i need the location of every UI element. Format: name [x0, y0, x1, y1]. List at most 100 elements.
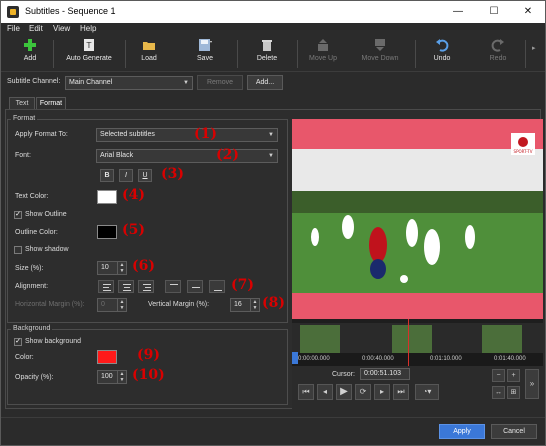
spinner-down-icon[interactable]: ▼ — [117, 305, 126, 311]
tree-line — [292, 191, 543, 213]
valign-middle-button[interactable] — [187, 280, 203, 293]
playhead[interactable] — [408, 319, 409, 366]
background-color-label: Color: — [15, 354, 34, 361]
annotation-5: (5) — [122, 222, 145, 238]
vertical-margin-label: Vertical Margin (%): — [148, 301, 210, 308]
opacity-spinner[interactable]: 100 ▲ ▼ — [97, 370, 127, 384]
italic-button[interactable]: I — [119, 169, 133, 182]
move-down-icon — [375, 39, 385, 51]
show-outline-label: Show Outline — [25, 211, 67, 218]
tab-format[interactable]: Format — [36, 97, 66, 109]
annotation-8: (8) — [262, 295, 285, 311]
app-icon — [7, 6, 19, 18]
zoom-out-icon[interactable]: − — [492, 369, 505, 382]
channel-value: Main Channel — [69, 79, 113, 86]
annotation-1: (1) — [194, 126, 217, 142]
save-icon — [199, 39, 212, 51]
save-label: Save — [197, 55, 213, 62]
align-right-button[interactable] — [138, 280, 154, 293]
playback-speed-button[interactable]: ◔▾ — [415, 384, 439, 400]
zoom-in-icon[interactable]: + — [507, 369, 520, 382]
expand-panel-icon[interactable]: » — [525, 369, 539, 399]
menu-edit[interactable]: Edit — [29, 24, 43, 33]
dialog-footer: Apply Cancel — [1, 417, 545, 445]
plus-icon — [24, 39, 36, 51]
annotation-9: (9) — [137, 347, 160, 363]
move-down-button[interactable]: Move Down — [355, 38, 405, 70]
cursor-time-field[interactable]: 0:00:51.103 — [360, 368, 410, 380]
spinner-down-icon[interactable]: ▼ — [250, 305, 259, 311]
outline-color-swatch[interactable] — [97, 225, 117, 239]
save-button[interactable]: Save — [189, 38, 221, 70]
show-background-checkbox[interactable]: ✓ — [14, 338, 22, 346]
add-button[interactable]: Add — [15, 38, 45, 70]
opacity-label: Opacity (%): — [15, 374, 54, 381]
subtitle-background-bottom — [292, 293, 543, 319]
opacity-value: 100 — [101, 373, 113, 380]
svg-text:T: T — [86, 41, 92, 50]
size-spinner[interactable]: 10 ▲ ▼ — [97, 261, 127, 275]
outline-color-label: Outline Color: — [15, 229, 58, 236]
underline-button[interactable]: U — [138, 169, 152, 182]
move-up-button[interactable]: Move Up — [303, 38, 343, 70]
timeline-tick: 0:01:10.000 — [430, 356, 462, 362]
maximize-button[interactable]: ☐ — [477, 1, 511, 23]
show-shadow-checkbox[interactable] — [14, 246, 22, 254]
overflow-icon[interactable]: ▸ — [532, 44, 540, 52]
play-button[interactable]: ▶ — [336, 384, 352, 400]
next-frame-button[interactable]: ▸ — [374, 384, 390, 400]
move-down-label: Move Down — [361, 55, 399, 62]
add-channel-button[interactable]: Add... — [247, 75, 283, 90]
vertical-margin-spinner[interactable]: 16 ▲ ▼ — [230, 298, 260, 312]
annotation-7: (7) — [231, 277, 254, 293]
subtitle-background-top — [292, 119, 543, 149]
valign-bottom-button[interactable] — [209, 280, 225, 293]
timeline[interactable]: 0:00:00.000 0:00:40.000 0:01:10.000 0:01… — [292, 319, 543, 366]
loop-button[interactable]: ⟳ — [355, 384, 371, 400]
add-label: Add — [23, 55, 37, 62]
redo-button[interactable]: Redo — [483, 38, 513, 70]
font-value: Arial Black — [100, 152, 134, 159]
fit-timeline-icon[interactable]: ↔ — [492, 386, 505, 399]
font-select[interactable]: Arial Black ▼ — [96, 149, 278, 163]
auto-generate-button[interactable]: T Auto Generate — [61, 38, 117, 70]
chevron-down-icon: ▼ — [183, 80, 189, 86]
snap-icon[interactable]: ⊞ — [507, 386, 520, 399]
minimize-button[interactable]: — — [441, 1, 475, 23]
bold-button[interactable]: B — [100, 169, 114, 182]
video-preview[interactable]: SPORT-TV — [292, 119, 543, 319]
channel-select[interactable]: Main Channel ▼ — [65, 76, 193, 90]
show-shadow-label: Show shadow — [25, 246, 69, 253]
text-color-swatch[interactable] — [97, 190, 117, 204]
delete-button[interactable]: Delete — [251, 38, 283, 70]
cancel-button[interactable]: Cancel — [491, 424, 537, 439]
go-to-end-button[interactable]: ⏭ — [393, 384, 409, 400]
tab-text[interactable]: Text — [9, 97, 35, 109]
channel-label: Subtitle Channel: — [7, 78, 61, 85]
menu-file[interactable]: File — [7, 24, 20, 33]
apply-format-select[interactable]: Selected subtitles ▼ — [96, 128, 278, 142]
load-button[interactable]: Load — [134, 38, 164, 70]
show-outline-checkbox[interactable]: ✓ — [14, 211, 22, 219]
close-button[interactable]: ✕ — [511, 1, 545, 23]
format-group-title: Format — [11, 115, 38, 122]
spinner-down-icon[interactable]: ▼ — [117, 377, 126, 383]
horizontal-margin-spinner[interactable]: 0 ▲ ▼ — [97, 298, 127, 312]
align-center-button[interactable] — [118, 280, 134, 293]
menu-view[interactable]: View — [53, 24, 70, 33]
menu-bar: File Edit View Help — [1, 23, 545, 36]
menu-help[interactable]: Help — [80, 24, 96, 33]
undo-button[interactable]: Undo — [427, 38, 457, 70]
remove-channel-button[interactable]: Remove — [197, 75, 243, 90]
align-left-button[interactable] — [98, 280, 114, 293]
valign-top-button[interactable] — [165, 280, 181, 293]
font-label: Font: — [15, 152, 31, 159]
go-to-start-button[interactable]: ⏮ — [298, 384, 314, 400]
toolbar-separator — [415, 40, 416, 68]
show-background-label: Show background — [25, 338, 82, 345]
background-color-swatch[interactable] — [97, 350, 117, 364]
spinner-down-icon[interactable]: ▼ — [117, 268, 126, 274]
timeline-tick: 0:00:00.000 — [298, 356, 330, 362]
previous-frame-button[interactable]: ◂ — [317, 384, 333, 400]
apply-button[interactable]: Apply — [439, 424, 485, 439]
